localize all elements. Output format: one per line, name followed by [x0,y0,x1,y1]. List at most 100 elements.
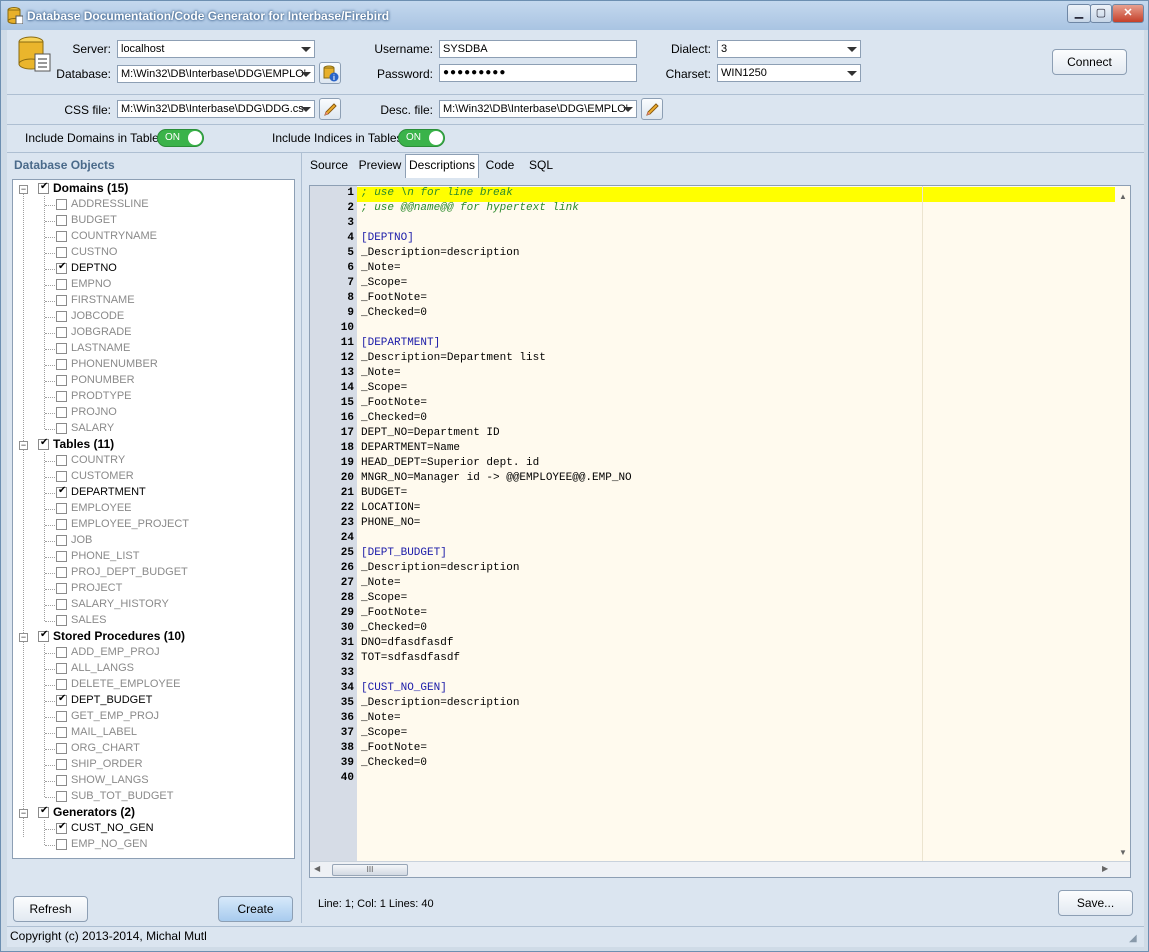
chevron-down-icon [301,47,311,52]
edit-css-button[interactable] [319,98,341,120]
checkbox[interactable] [56,647,67,658]
code-line: [DEPT_BUDGET] [361,547,447,559]
checkbox[interactable] [56,567,67,578]
checkbox[interactable] [56,503,67,514]
checkbox[interactable] [56,519,67,530]
toggle-knob [188,131,202,145]
maximize-button[interactable]: ▢ [1090,4,1112,23]
scroll-left-icon[interactable]: ◀ [314,864,320,873]
scroll-up-icon[interactable]: ▲ [1119,192,1127,201]
checkbox[interactable] [56,839,67,850]
checkbox[interactable] [56,615,67,626]
checkbox[interactable] [56,727,67,738]
refresh-button[interactable]: Refresh [13,896,88,922]
dialect-combo[interactable]: 3 [717,40,861,58]
checkbox[interactable] [56,711,67,722]
horizontal-scrollbar[interactable]: ◀ III ▶ [310,861,1130,877]
desc-file-combo[interactable]: M:\Win32\DB\Interbase\DDG\EMPLO' [439,100,637,118]
collapse-icon[interactable]: − [19,809,28,818]
code-line: DEPARTMENT=Name [361,442,461,454]
checkbox[interactable] [56,583,67,594]
title-bar[interactable]: Database Documentation/Code Generator fo… [1,1,1148,30]
checkbox[interactable] [56,759,67,770]
checkbox[interactable] [38,181,49,194]
collapse-icon[interactable]: − [19,441,28,450]
checkbox[interactable] [56,391,67,402]
code-line: _Description=description [361,562,520,574]
checkbox[interactable] [56,471,67,482]
checkbox[interactable] [56,231,67,242]
password-input[interactable]: ●●●●●●●●● [439,64,637,82]
checkbox[interactable] [56,535,67,546]
checkbox[interactable] [56,295,67,306]
checkbox[interactable] [56,679,67,690]
checkbox[interactable] [38,805,49,818]
line-number: 17 [340,427,354,439]
close-button[interactable]: ✕ [1112,4,1144,23]
minimize-button[interactable]: ▁ [1067,4,1091,23]
collapse-icon[interactable]: − [19,633,28,642]
chevron-down-icon [301,72,311,77]
code-line: _Checked=0 [361,307,428,319]
checkbox[interactable] [56,663,67,674]
checkbox[interactable] [56,775,67,786]
checkbox[interactable] [56,693,67,706]
css-file-combo[interactable]: M:\Win32\DB\Interbase\DDG\DDG.cs [117,100,315,118]
checkbox[interactable] [56,311,67,322]
code-area[interactable] [357,186,1116,861]
checkbox[interactable] [56,407,67,418]
save-button[interactable]: Save... [1058,890,1133,916]
tab-descriptions[interactable]: Descriptions [405,154,479,178]
include-domains-toggle[interactable]: ON [157,129,204,147]
username-input[interactable]: SYSDBA [439,40,637,58]
checkbox[interactable] [56,279,67,290]
checkbox[interactable] [56,359,67,370]
browse-database-button[interactable]: i [319,62,341,84]
checkbox[interactable] [38,629,49,642]
tab-code[interactable]: Code [479,155,521,177]
database-objects-tree[interactable]: − Domains (15) ADDRESSLINE BUDGET COUNTRYNAM… [12,179,295,859]
resize-grip-icon[interactable]: ◢ [1129,933,1137,944]
database-icon [18,36,51,72]
server-combo[interactable]: localhost [117,40,315,58]
scroll-down-icon[interactable]: ▼ [1119,848,1127,857]
panel-splitter[interactable] [301,153,302,923]
create-button[interactable]: Create [218,896,293,922]
database-combo[interactable]: M:\Win32\DB\Interbase\DDG\EMPLO' [117,65,315,83]
checkbox[interactable] [56,215,67,226]
checkbox[interactable] [38,437,49,450]
checkbox[interactable] [56,343,67,354]
charset-combo[interactable]: WIN1250 [717,64,861,82]
tree-item-label: EMPNO [71,278,112,290]
tree-item-label: SUB_TOT_BUDGET [71,790,174,802]
app-window: Database Documentation/Code Generator fo… [0,0,1149,952]
tab-sql[interactable]: SQL [521,155,561,177]
checkbox[interactable] [56,375,67,386]
checkbox[interactable] [56,743,67,754]
vertical-scrollbar[interactable]: ▲ ▼ [1116,186,1130,861]
checkbox[interactable] [56,261,67,274]
connect-button[interactable]: Connect [1052,49,1127,75]
code-line: HEAD_DEPT=Superior dept. id [361,457,540,469]
edit-desc-button[interactable] [641,98,663,120]
tab-preview[interactable]: Preview [355,155,405,177]
checkbox[interactable] [56,551,67,562]
collapse-icon[interactable]: − [19,185,28,194]
code-editor[interactable]: 1 2 3 4 5 6 7 8 9 10 11 12 13 14 15 16 17 18 19 20 21 22 23 24 2… [309,185,1131,878]
checkbox[interactable] [56,485,67,498]
copyright-text: Copyright (c) 2013-2014, Michal Mutl [10,929,207,943]
checkbox[interactable] [56,791,67,802]
checkbox[interactable] [56,423,67,434]
checkbox[interactable] [56,327,67,338]
checkbox[interactable] [56,821,67,834]
line-number: 16 [340,412,354,424]
checkbox[interactable] [56,199,67,210]
checkbox[interactable] [56,247,67,258]
checkbox[interactable] [56,599,67,610]
include-indices-toggle[interactable]: ON [398,129,445,147]
tab-source[interactable]: Source [303,155,355,177]
scroll-thumb[interactable]: III [332,864,408,876]
tree-connector [45,509,55,510]
checkbox[interactable] [56,455,67,466]
scroll-right-icon[interactable]: ▶ [1102,864,1108,873]
